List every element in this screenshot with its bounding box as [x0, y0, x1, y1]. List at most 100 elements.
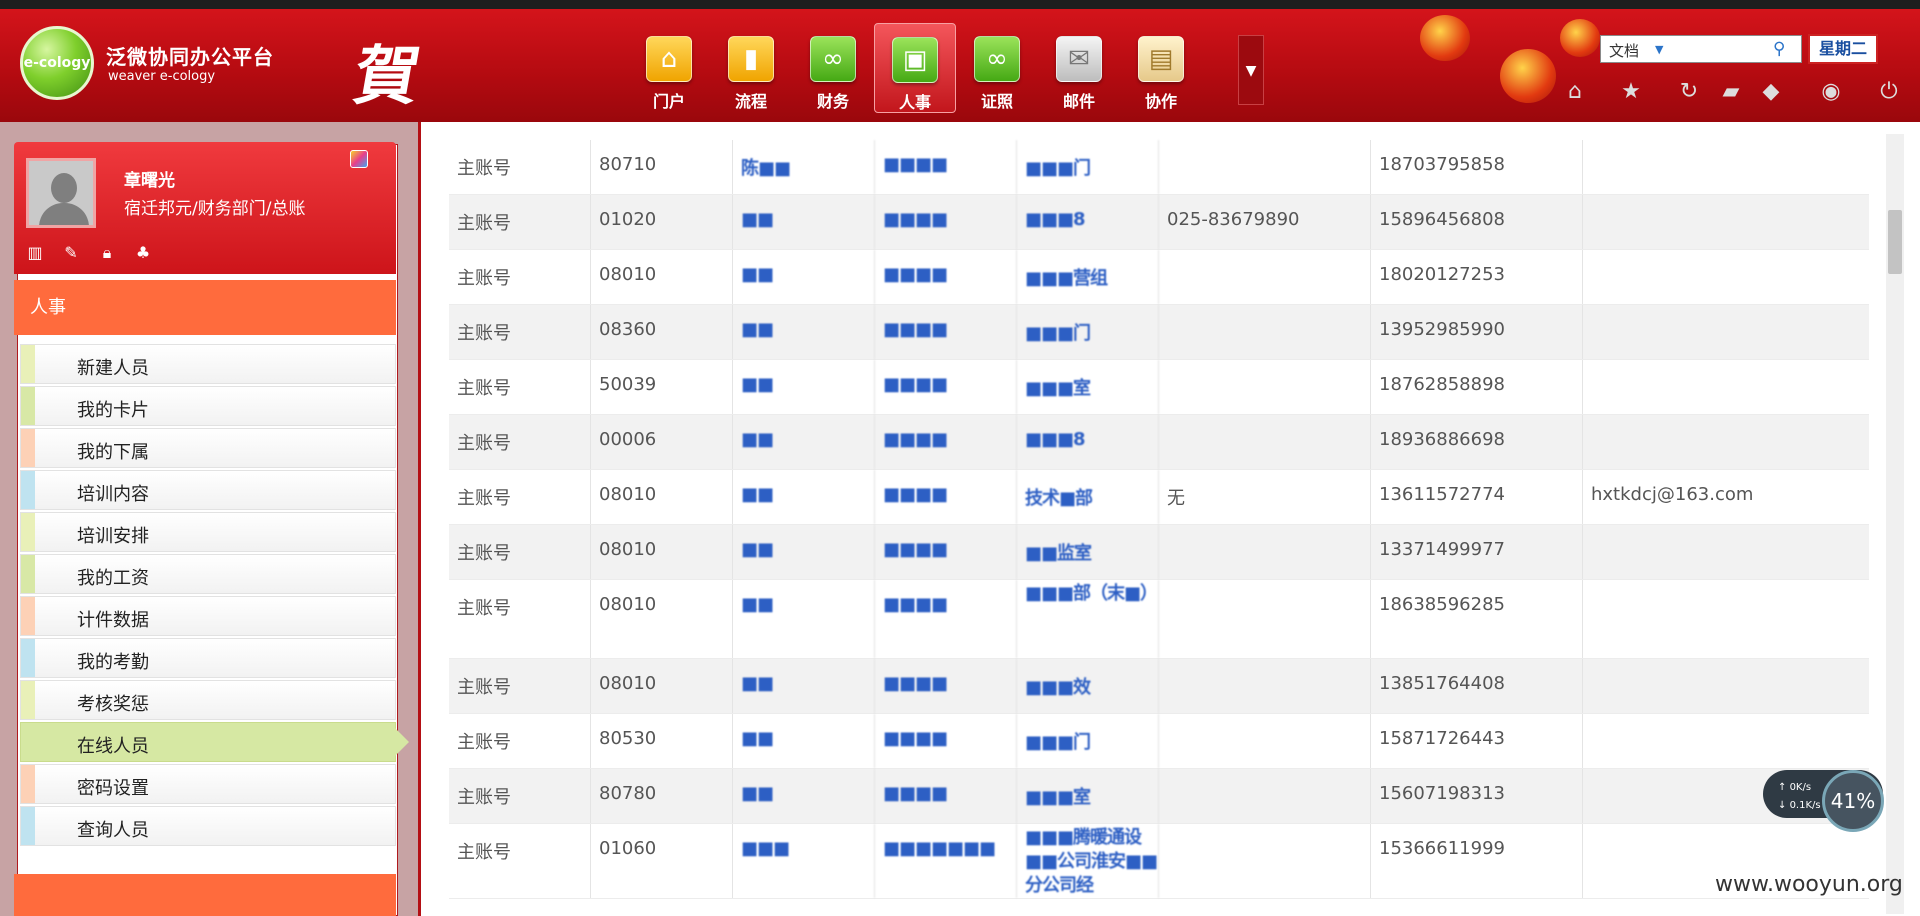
nav-item-mail[interactable]: ✉ 邮件 — [1038, 23, 1120, 113]
app-header: e-cology 泛微协同办公平台 weaver e-cology 賀 ⌂ 门户… — [0, 9, 1920, 122]
nav-item-certificates[interactable]: ∞ 证照 — [956, 23, 1038, 113]
browser-bookmark-bar: ■ ■ ■■ ■ ■ ■■ ■ ■■ ■ ■ ■■ ■ ■ ■ ■■ ■ ■■ … — [0, 0, 1920, 9]
color-bar — [21, 765, 35, 803]
company-cell: ■■■■■■■ — [875, 824, 1017, 898]
eraser-icon[interactable]: ▰ — [1718, 79, 1744, 105]
sidebar-item-new-person[interactable]: 新建人员 — [20, 344, 396, 384]
sidebar-item-my-card[interactable]: 我的卡片 — [20, 386, 396, 426]
power-icon[interactable]: ⏻ — [1876, 79, 1902, 105]
sidebar-item-training-schedule[interactable]: 培训安排 — [20, 512, 396, 552]
book-icon[interactable]: ▥ — [24, 242, 46, 264]
online-users-table: 主账号 80710 陈■■ ■■■■ ■■■门 18703795858 主账号 01020 ■■… — [449, 140, 1869, 899]
table-row[interactable]: 主账号 80710 陈■■ ■■■■ ■■■门 18703795858 — [449, 140, 1869, 195]
chevron-down-circle-icon[interactable]: ◉ — [1818, 79, 1844, 105]
nav-item-finance[interactable]: ∞ 财务 — [792, 23, 874, 113]
account-type-cell: 主账号 — [449, 580, 591, 658]
telephone-cell — [1159, 769, 1371, 823]
caret-down-icon[interactable]: ▼ — [1655, 43, 1663, 56]
star-icon[interactable]: ★ — [1618, 79, 1644, 105]
user-id-cell: 01060 — [591, 824, 733, 898]
caret-down-icon: ▼ — [1245, 63, 1257, 79]
company-cell: ■■■■ — [875, 714, 1017, 768]
sidebar-item-password-settings[interactable]: 密码设置 — [20, 764, 396, 804]
company-cell: ■■■■ — [875, 580, 1017, 658]
nav-more-dropdown[interactable]: ▼ — [1238, 35, 1264, 105]
scrollbar-thumb[interactable] — [1888, 210, 1902, 274]
name-cell: ■■ — [733, 360, 875, 414]
table-row[interactable]: 主账号 00006 ■■ ■■■■ ■■■8 18936886698 — [449, 415, 1869, 470]
mobile-cell: 15366611999 — [1371, 824, 1583, 898]
table-row[interactable]: 主账号 08010 ■■ ■■■■ ■■监室 13371499977 — [449, 525, 1869, 580]
sidebar-footer — [14, 874, 396, 916]
nav-item-hr[interactable]: ▣ 人事 — [874, 23, 956, 113]
user-id-cell: 01020 — [591, 195, 733, 249]
telephone-cell — [1159, 250, 1371, 304]
department-cell: ■■■8 — [1017, 415, 1159, 469]
theme-palette-icon[interactable] — [350, 150, 368, 168]
account-type-cell: 主账号 — [449, 360, 591, 414]
search-category-select[interactable]: 文档 — [1609, 40, 1639, 61]
table-row[interactable]: 主账号 08010 ■■ ■■■■ ■■■部（末■） 18638596285 — [449, 580, 1869, 659]
nav-item-workflow[interactable]: ▮ 流程 — [710, 23, 792, 113]
user-id-cell: 08010 — [591, 580, 733, 658]
department-cell: ■■■室 — [1017, 769, 1159, 823]
mobile-cell: 13952985990 — [1371, 305, 1583, 359]
home-icon[interactable]: ⌂ — [1562, 79, 1588, 105]
mobile-cell: 13851764408 — [1371, 659, 1583, 713]
department-cell: 技术■部 — [1017, 470, 1159, 524]
nav-label: 协作 — [1144, 92, 1177, 111]
user-tools: ▥ ✎ 🔒︎ ♣ — [24, 242, 154, 264]
name-cell: ■■ — [733, 769, 875, 823]
table-row[interactable]: 主账号 50039 ■■ ■■■■ ■■■室 18762858898 — [449, 360, 1869, 415]
telephone-cell: 025-83679890 — [1159, 195, 1371, 249]
sidebar-item-search-people[interactable]: 查询人员 — [20, 806, 396, 846]
search-icon[interactable]: ⚲ — [1773, 39, 1785, 59]
company-cell: ■■■■ — [875, 769, 1017, 823]
lantern-decoration — [1500, 49, 1556, 103]
account-type-cell: 主账号 — [449, 714, 591, 768]
email-cell — [1583, 250, 1869, 304]
sidebar-section-title[interactable]: 人事 — [14, 280, 396, 335]
table-row[interactable]: 主账号 08360 ■■ ■■■■ ■■■门 13952985990 — [449, 305, 1869, 360]
sidebar-item-label: 我的工资 — [77, 568, 149, 589]
mobile-cell: 15896456808 — [1371, 195, 1583, 249]
avatar[interactable] — [26, 158, 96, 228]
sidebar-item-online-users[interactable]: 在线人员 — [20, 722, 409, 762]
mobile-cell: 15607198313 — [1371, 769, 1583, 823]
sidebar-item-my-attendance[interactable]: 我的考勤 — [20, 638, 396, 678]
table-row[interactable]: 主账号 01060 ■■■ ■■■■■■■ ■■■腾暖通设■■公司淮安■■分公司经 153… — [449, 824, 1869, 899]
table-row[interactable]: 主账号 08010 ■■ ■■■■ ■■■营组 18020127253 — [449, 250, 1869, 305]
refresh-icon[interactable]: ↻ — [1676, 79, 1702, 105]
tag-icon[interactable]: ◆ — [1758, 79, 1784, 105]
email-cell[interactable]: hxtkdcj@163.com — [1583, 470, 1869, 524]
sidebar-item-appraisal[interactable]: 考核奖惩 — [20, 680, 396, 720]
table-row[interactable]: 主账号 08010 ■■ ■■■■ 技术■部无 13611572774 hxtkdcj@16… — [449, 470, 1869, 525]
company-cell: ■■■■ — [875, 360, 1017, 414]
sidebar-item-piecework-data[interactable]: 计件数据 — [20, 596, 396, 636]
sidebar-item-label: 我的下属 — [77, 442, 149, 463]
nav-item-collaboration[interactable]: ▤ 协作 — [1120, 23, 1202, 113]
search-box[interactable]: 文档 ▼ ⚲ — [1600, 35, 1802, 63]
table-row[interactable]: 主账号 08010 ■■ ■■■■ ■■■效 13851764408 — [449, 659, 1869, 714]
brand-logo[interactable]: e-cology — [20, 26, 94, 100]
nav-item-portal[interactable]: ⌂ 门户 — [628, 23, 710, 113]
sidebar-item-my-salary[interactable]: 我的工资 — [20, 554, 396, 594]
notepad-icon[interactable]: ✎ — [60, 242, 82, 264]
sidebar-item-training-content[interactable]: 培训内容 — [20, 470, 396, 510]
email-cell — [1583, 305, 1869, 359]
sidebar-item-label: 在线人员 — [77, 736, 149, 757]
color-bar — [21, 429, 35, 467]
table-row[interactable]: 主账号 80780 ■■ ■■■■ ■■■室 15607198313 — [449, 769, 1869, 824]
table-row[interactable]: 主账号 01020 ■■ ■■■■ ■■■8 025-83679890 1589645680… — [449, 195, 1869, 250]
color-bar — [21, 513, 35, 551]
lock-icon[interactable]: 🔒︎ — [96, 242, 118, 264]
mobile-cell: 18936886698 — [1371, 415, 1583, 469]
department-cell: ■■■腾暖通设■■公司淮安■■分公司经 — [1017, 824, 1159, 898]
telephone-cell — [1159, 659, 1371, 713]
company-cell: ■■■■ — [875, 305, 1017, 359]
org-chart-icon[interactable]: ♣ — [132, 242, 154, 264]
table-row[interactable]: 主账号 80530 ■■ ■■■■ ■■■门 15871726443 — [449, 714, 1869, 769]
color-bar — [21, 387, 35, 425]
sidebar-item-my-subordinates[interactable]: 我的下属 — [20, 428, 396, 468]
telephone-cell — [1159, 360, 1371, 414]
